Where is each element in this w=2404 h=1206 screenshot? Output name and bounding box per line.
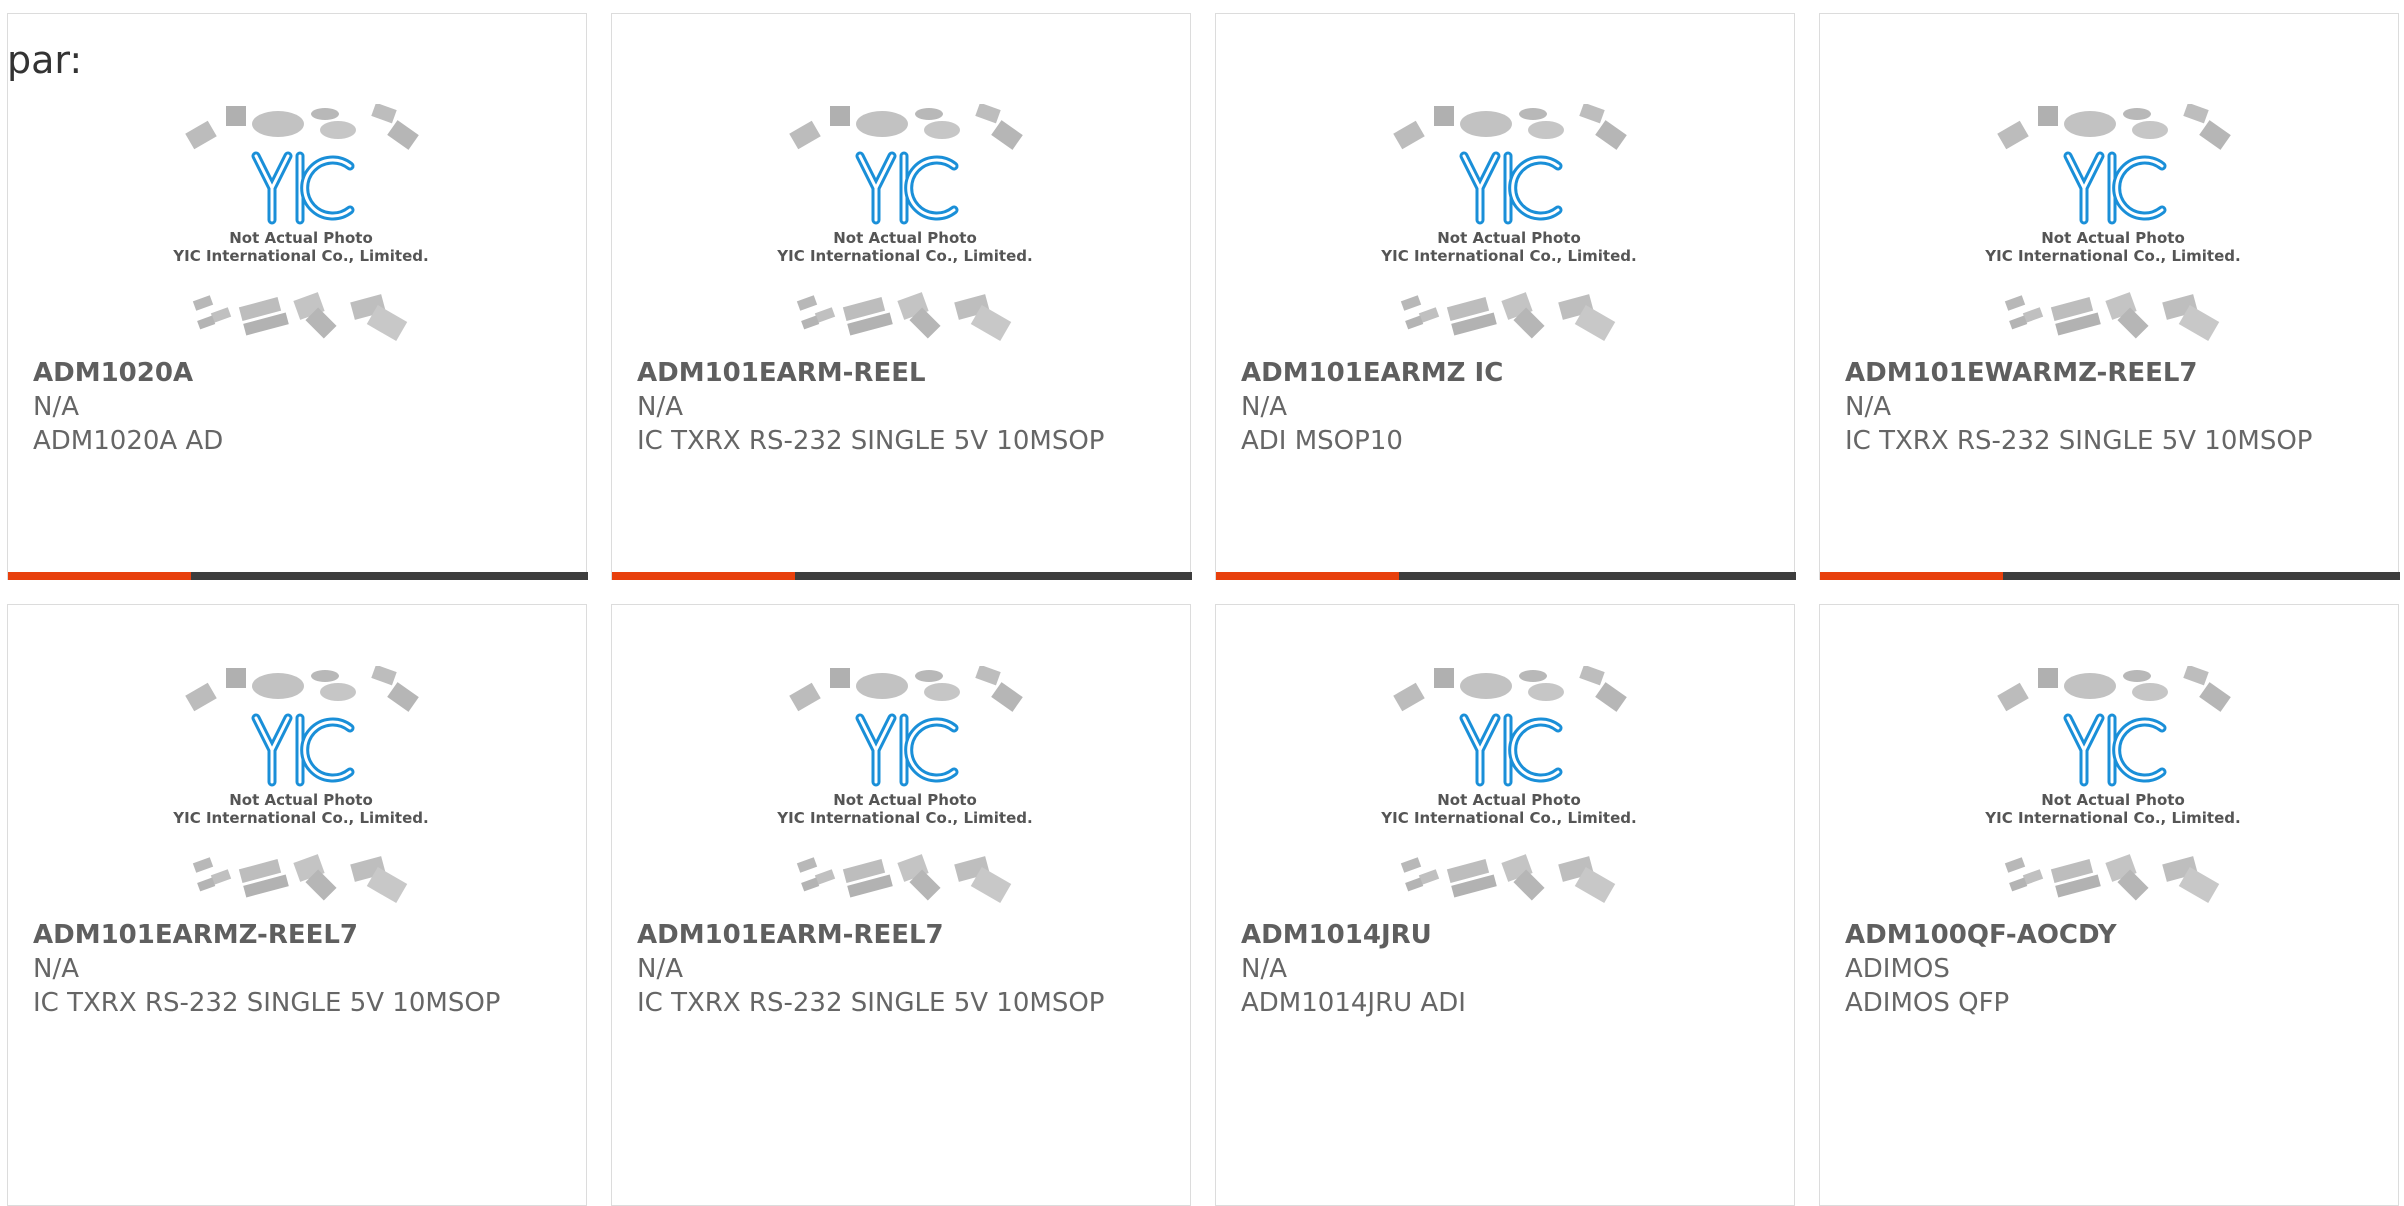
product-description: IC TXRX RS-232 SINGLE 5V 10MSOP [637, 988, 1105, 1018]
photo-caption-line1: Not Actual Photo [833, 791, 977, 809]
product-photo-placeholder: Not Actual Photo YIC International Co., … [1380, 104, 1637, 342]
part-number[interactable]: ADM101EWARMZ-REEL7 [1845, 356, 2385, 390]
component-icon [1400, 292, 1616, 342]
component-icon [2004, 854, 2220, 904]
prefix-label: par: [7, 38, 83, 82]
part-number[interactable]: ADM100QF-AOCDY [1845, 918, 2385, 952]
photo-caption-line2: YIC International Co., Limited. [1380, 809, 1636, 827]
part-number[interactable]: ADM101EARM-REEL [637, 356, 1177, 390]
brand-label: N/A [1845, 392, 1891, 422]
product-info: ADM101EARMZ IC N/A ADI MSOP10 [1241, 356, 1781, 458]
brand-label: N/A [637, 392, 683, 422]
part-number[interactable]: ADM101EARM-REEL7 [637, 918, 1177, 952]
product-card[interactable]: Not Actual Photo YIC International Co., … [1215, 604, 1795, 1206]
product-description: IC TXRX RS-232 SINGLE 5V 10MSOP [1845, 426, 2313, 456]
photo-caption-line2: YIC International Co., Limited. [1984, 247, 2240, 265]
photo-caption-line2: YIC International Co., Limited. [1380, 247, 1636, 265]
photo-caption-line2: YIC International Co., Limited. [776, 247, 1032, 265]
product-photo-placeholder: Not Actual Photo YIC International Co., … [1984, 666, 2241, 904]
product-info: ADM1020A N/A ADM1020A AD [33, 356, 573, 458]
chip-icon [1393, 104, 1627, 150]
yic-logo-icon [855, 151, 959, 225]
card-accent-bar [8, 572, 191, 580]
part-number[interactable]: ADM101EARMZ IC [1241, 356, 1781, 390]
yic-logo-icon [251, 151, 355, 225]
chip-icon [185, 666, 419, 712]
product-photo-placeholder: Not Actual Photo YIC International Co., … [172, 104, 429, 342]
chip-icon [1997, 666, 2231, 712]
product-info: ADM101EARM-REEL N/A IC TXRX RS-232 SINGL… [637, 356, 1177, 458]
brand-label: N/A [637, 954, 683, 984]
product-photo-placeholder: Not Actual Photo YIC International Co., … [172, 666, 429, 904]
brand-label: N/A [33, 392, 79, 422]
product-card[interactable]: Not Actual Photo YIC International Co., … [611, 13, 1192, 580]
card-accent-bar [612, 572, 795, 580]
brand-label: N/A [1241, 392, 1287, 422]
product-photo-placeholder: Not Actual Photo YIC International Co., … [1380, 666, 1637, 904]
photo-caption-line1: Not Actual Photo [2041, 791, 2185, 809]
yic-logo-icon [2063, 151, 2167, 225]
yic-logo-icon [2063, 713, 2167, 787]
component-icon [1400, 854, 1616, 904]
photo-caption-line2: YIC International Co., Limited. [172, 247, 428, 265]
chip-icon [185, 104, 419, 150]
component-icon [192, 292, 408, 342]
product-photo-placeholder: Not Actual Photo YIC International Co., … [776, 104, 1033, 342]
product-description: ADM1014JRU ADI [1241, 988, 1466, 1018]
card-accent-bar [1216, 572, 1399, 580]
product-photo-placeholder: Not Actual Photo YIC International Co., … [1984, 104, 2241, 342]
chip-icon [1997, 104, 2231, 150]
product-card[interactable]: Not Actual Photo YIC International Co., … [1819, 13, 2400, 580]
part-number[interactable]: ADM101EARMZ-REEL7 [33, 918, 573, 952]
yic-logo-icon [1459, 151, 1563, 225]
product-info: ADM100QF-AOCDY ADIMOS ADIMOS QFP [1845, 918, 2385, 1020]
product-card[interactable]: Not Actual Photo YIC International Co., … [7, 13, 588, 580]
product-description: ADI MSOP10 [1241, 426, 1403, 456]
chip-icon [1393, 666, 1627, 712]
product-card[interactable]: Not Actual Photo YIC International Co., … [611, 604, 1191, 1206]
photo-caption-line1: Not Actual Photo [229, 791, 373, 809]
part-number[interactable]: ADM1020A [33, 356, 573, 390]
component-icon [192, 854, 408, 904]
component-icon [796, 854, 1012, 904]
product-info: ADM101EARM-REEL7 N/A IC TXRX RS-232 SING… [637, 918, 1177, 1020]
yic-logo-icon [1459, 713, 1563, 787]
yic-logo-icon [251, 713, 355, 787]
chip-icon [789, 104, 1023, 150]
product-description: ADM1020A AD [33, 426, 224, 456]
photo-caption-line1: Not Actual Photo [1437, 229, 1581, 247]
card-bottom-bar [1216, 572, 1796, 580]
card-bottom-bar [612, 572, 1192, 580]
product-card[interactable]: Not Actual Photo YIC International Co., … [1819, 604, 2399, 1206]
product-grid: Not Actual Photo YIC International Co., … [7, 13, 2400, 1206]
product-description: IC TXRX RS-232 SINGLE 5V 10MSOP [33, 988, 501, 1018]
product-info: ADM101EARMZ-REEL7 N/A IC TXRX RS-232 SIN… [33, 918, 573, 1020]
brand-label: ADIMOS [1845, 954, 1950, 984]
component-icon [2004, 292, 2220, 342]
photo-caption-line1: Not Actual Photo [1437, 791, 1581, 809]
photo-caption-line1: Not Actual Photo [229, 229, 373, 247]
photo-caption-line2: YIC International Co., Limited. [172, 809, 428, 827]
product-card[interactable]: Not Actual Photo YIC International Co., … [7, 604, 587, 1206]
chip-icon [789, 666, 1023, 712]
product-description: IC TXRX RS-232 SINGLE 5V 10MSOP [637, 426, 1105, 456]
yic-logo-icon [855, 713, 959, 787]
component-icon [796, 292, 1012, 342]
photo-caption-line1: Not Actual Photo [833, 229, 977, 247]
card-bottom-bar [1820, 572, 2400, 580]
part-number[interactable]: ADM1014JRU [1241, 918, 1781, 952]
product-description: ADIMOS QFP [1845, 988, 2010, 1018]
photo-caption-line2: YIC International Co., Limited. [776, 809, 1032, 827]
brand-label: N/A [1241, 954, 1287, 984]
brand-label: N/A [33, 954, 79, 984]
product-photo-placeholder: Not Actual Photo YIC International Co., … [776, 666, 1033, 904]
card-accent-bar [1820, 572, 2003, 580]
product-info: ADM101EWARMZ-REEL7 N/A IC TXRX RS-232 SI… [1845, 356, 2385, 458]
photo-caption-line2: YIC International Co., Limited. [1984, 809, 2240, 827]
product-card[interactable]: Not Actual Photo YIC International Co., … [1215, 13, 1796, 580]
photo-caption-line1: Not Actual Photo [2041, 229, 2185, 247]
card-bottom-bar [8, 572, 588, 580]
product-info: ADM1014JRU N/A ADM1014JRU ADI [1241, 918, 1781, 1020]
